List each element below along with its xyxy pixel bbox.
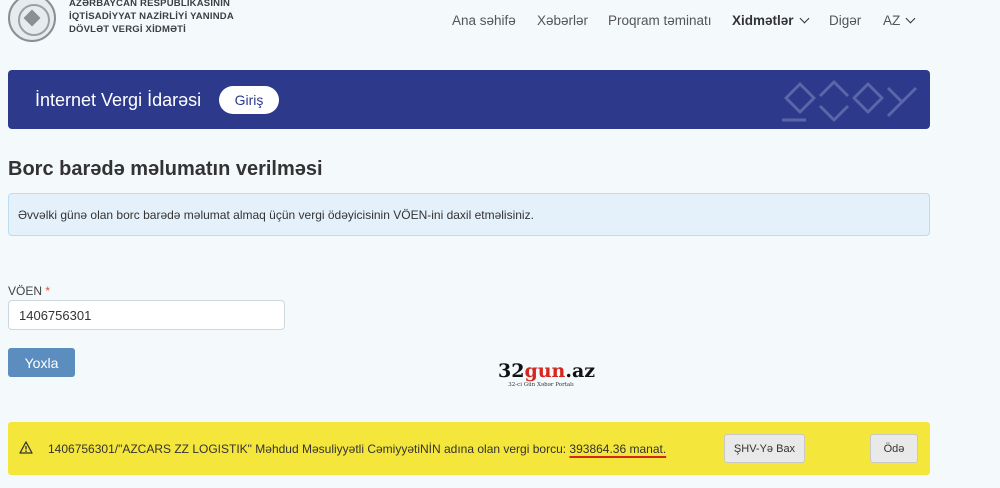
view-shv-button[interactable]: ŞHV-Yə Bax: [724, 434, 805, 463]
chevron-down-icon: [799, 13, 809, 23]
chevron-down-icon: [905, 13, 916, 23]
debt-amount: 393864.36 manat.: [569, 442, 667, 456]
login-button[interactable]: Giriş: [219, 86, 279, 114]
ornament-icon: [782, 80, 918, 122]
voen-label: VÖEN *: [8, 284, 50, 298]
watermark-logo: 32gun.az 32-ci Gün Xəbər Portalı: [498, 360, 596, 388]
nav-news[interactable]: Xəbərlər: [537, 12, 588, 28]
info-message: Əvvəlki günə olan borc barədə məlumat al…: [8, 193, 930, 236]
watermark-subtitle: 32-ci Gün Xəbər Portalı: [508, 382, 574, 388]
watermark-brand: 32gun.az: [498, 360, 596, 382]
debt-alert: 1406756301/"AZCARS ZZ LOGISTIK" Məhdud M…: [8, 422, 930, 475]
voen-input[interactable]: [8, 300, 285, 330]
org-line-3: DÖVLƏT VERGİ XİDMƏTİ: [69, 24, 187, 35]
debt-message-text: 1406756301/"AZCARS ZZ LOGISTIK" Məhdud M…: [48, 442, 570, 456]
org-line-1: AZƏRBAYCAN RESPUBLİKASININ: [69, 0, 231, 9]
voen-label-text: VÖEN: [8, 284, 43, 298]
warning-icon: [19, 441, 33, 454]
top-header: AZƏRBAYCAN RESPUBLİKASININ İQTİSADİYYAT …: [0, 0, 1000, 56]
pay-button[interactable]: Ödə: [870, 434, 918, 463]
state-emblem-logo[interactable]: [8, 0, 56, 42]
nav-software[interactable]: Proqram təminatı: [608, 12, 712, 28]
banner-title: İnternet Vergi İdarəsi: [35, 90, 202, 110]
tax-office-banner: İnternet Vergi İdarəsi Giriş: [8, 70, 930, 129]
check-button[interactable]: Yoxla: [8, 348, 75, 377]
language-selector[interactable]: AZ: [883, 12, 916, 28]
page-title: Borc barədə məlumatın verilməsi: [8, 158, 323, 180]
nav-home[interactable]: Ana səhifə: [452, 12, 516, 28]
required-mark: *: [45, 284, 51, 298]
nav-other[interactable]: Digər: [829, 12, 861, 28]
language-label: AZ: [883, 12, 901, 28]
nav-services-label: Xidmətlər: [732, 12, 794, 28]
debt-message: 1406756301/"AZCARS ZZ LOGISTIK" Məhdud M…: [48, 442, 666, 456]
org-line-2: İQTİSADİYYAT NAZİRLİYİ YANINDA: [69, 11, 234, 22]
nav-services-dropdown[interactable]: Xidmətlər: [732, 12, 809, 28]
organization-name: AZƏRBAYCAN RESPUBLİKASININ İQTİSADİYYAT …: [69, 0, 234, 36]
